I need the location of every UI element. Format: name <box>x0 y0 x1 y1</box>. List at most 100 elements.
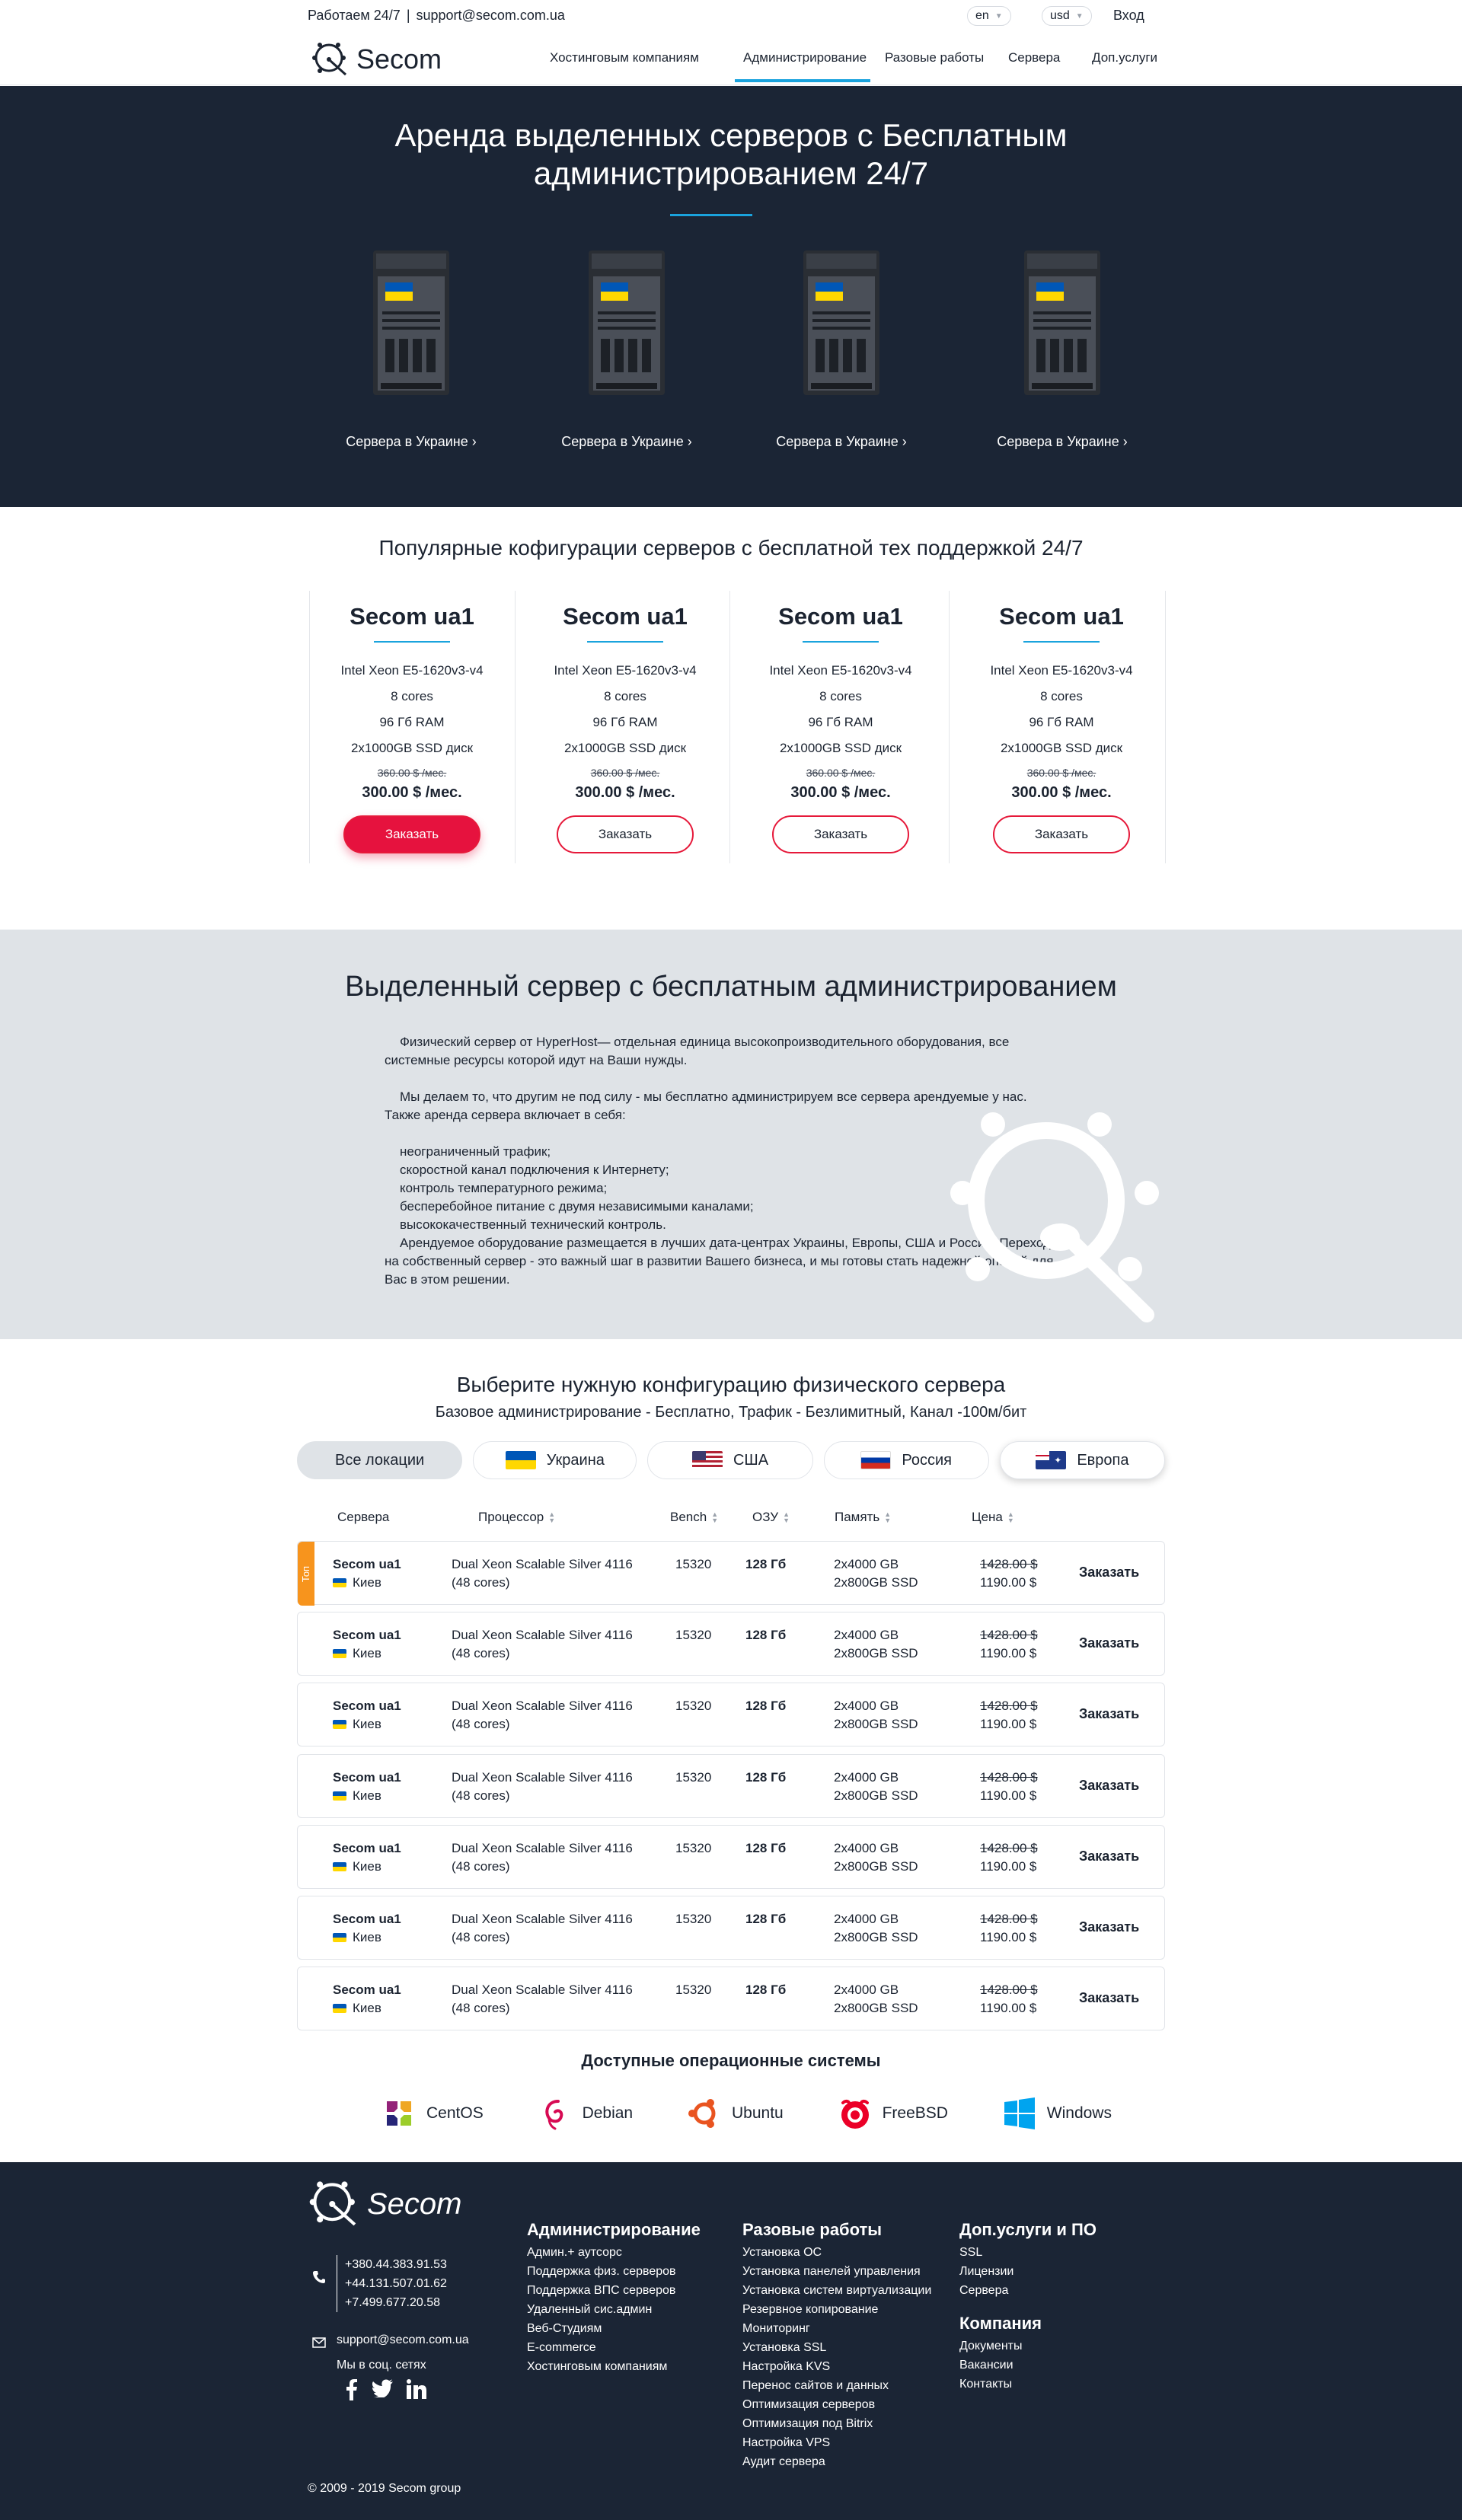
server-cell: Secom ua1 Киев <box>333 1839 401 1876</box>
order-link[interactable]: Заказать <box>1079 1563 1139 1581</box>
order-button[interactable]: Заказать <box>343 815 480 853</box>
cpu-model: Dual Xeon Scalable Silver 4116 <box>452 1770 633 1785</box>
location-tab-europe[interactable]: ✦ Европа <box>999 1441 1166 1479</box>
nav-item-administration[interactable]: Администрирование <box>743 50 867 65</box>
location-tab-russia[interactable]: Россия <box>823 1441 989 1479</box>
footer-link[interactable]: Админ.+ аутсорс <box>527 2243 701 2262</box>
nav-item-one-time-jobs[interactable]: Разовые работы <box>885 50 984 65</box>
footer-col-title[interactable]: Компания <box>959 2312 1096 2335</box>
footer-link[interactable]: SSL <box>959 2243 1096 2262</box>
footer-link[interactable]: Перенос сайтов и данных <box>742 2376 931 2395</box>
location-tab-usa[interactable]: США <box>647 1441 813 1479</box>
cpu-cell: Dual Xeon Scalable Silver 4116 (48 cores) <box>452 1981 633 2018</box>
plan-price: 300.00 $ /мес. <box>790 784 891 801</box>
footer-link[interactable]: Аудит сервера <box>742 2452 931 2471</box>
login-link[interactable]: Вход <box>1113 8 1144 24</box>
footer-link[interactable]: Вакансии <box>959 2356 1096 2375</box>
cpu-cores: (48 cores) <box>452 1930 510 1944</box>
footer-link[interactable]: Установка систем виртуализации <box>742 2281 931 2300</box>
footer-link[interactable]: Установка панелей управления <box>742 2262 931 2281</box>
os-item-freebsd: FreeBSD <box>837 2095 948 2132</box>
plan-card: Secom ua1 Intel Xeon E5-1620v3-v4 8 core… <box>733 591 948 863</box>
support-email-link[interactable]: support@secom.com.ua <box>417 8 565 23</box>
currency-select[interactable]: usd ▼ <box>1042 6 1092 26</box>
footer-link[interactable]: Поддержка физ. серверов <box>527 2262 701 2281</box>
hero-card-ukraine-1[interactable]: Сервера в Украине › <box>312 246 510 450</box>
footer-link[interactable]: Установка ОС <box>742 2243 931 2262</box>
storage-cell: 2x4000 GB 2x800GB SSD <box>834 1839 918 1876</box>
twitter-icon[interactable] <box>372 2379 393 2397</box>
hero-card-ukraine-2[interactable]: Сервера в Украине › <box>528 246 726 450</box>
plan-old-price: 360.00 $ /мес. <box>377 767 447 779</box>
footer-link[interactable]: Контакты <box>959 2375 1096 2394</box>
facebook-icon[interactable] <box>346 2379 358 2400</box>
logo[interactable]: Secom <box>311 40 442 79</box>
footer-link[interactable]: Лицензии <box>959 2262 1096 2281</box>
column-header-storage[interactable]: Память ▲ ▼ <box>835 1510 891 1525</box>
ukraine-flag-icon <box>333 2004 346 2013</box>
hero-card-ukraine-4[interactable]: Сервера в Украине › <box>963 246 1161 450</box>
footer-link[interactable]: Мониторинг <box>742 2319 931 2338</box>
order-link[interactable]: Заказать <box>1079 1918 1139 1936</box>
order-button[interactable]: Заказать <box>993 815 1130 853</box>
phone-link[interactable]: +7.499.677.20.58 <box>345 2293 447 2312</box>
order-button[interactable]: Заказать <box>557 815 694 853</box>
nav-item-hosting[interactable]: Хостинговым компаниям <box>550 50 699 65</box>
server-cell: Secom ua1 Киев <box>333 1626 401 1663</box>
footer-link[interactable]: Веб-Студиям <box>527 2319 701 2338</box>
hero-title-line1: Аренда выделенных серверов с Бесплатным <box>394 117 1068 153</box>
order-link[interactable]: Заказать <box>1079 1989 1139 2007</box>
order-link[interactable]: Заказать <box>1079 1634 1139 1652</box>
plan-cores: 8 cores <box>1040 689 1083 703</box>
footer-link[interactable]: Установка SSL <box>742 2338 931 2357</box>
footer-link[interactable]: Хостинговым компаниям <box>527 2357 701 2376</box>
hero-card-ukraine-3[interactable]: Сервера в Украине › <box>742 246 940 450</box>
phone-link[interactable]: +380.44.383.91.53 <box>345 2255 447 2274</box>
order-link[interactable]: Заказать <box>1079 1776 1139 1794</box>
server-cell: Secom ua1 Киев <box>333 1769 401 1805</box>
footer-link[interactable]: Оптимизация серверов <box>742 2395 931 2414</box>
footer-link[interactable]: Удаленный сис.админ <box>527 2300 701 2319</box>
currency-value: usd <box>1050 9 1070 22</box>
ram-cell: 128 Гб <box>745 1699 787 1713</box>
footer-col-title[interactable]: Разовые работы <box>742 2219 931 2241</box>
footer-link[interactable]: Настройка VPS <box>742 2433 931 2452</box>
server-location: Киев <box>333 1715 401 1734</box>
phone-link[interactable]: +44.131.507.01.62 <box>345 2274 447 2293</box>
order-link[interactable]: Заказать <box>1079 1847 1139 1865</box>
footer: Secom +380.44.383.91.53 +44.131.507.01.6… <box>0 2162 1462 2520</box>
price: 1190.00 $ <box>980 1788 1037 1803</box>
footer-link[interactable]: Поддержка ВПС серверов <box>527 2281 701 2300</box>
footer-logo[interactable]: Secom <box>308 2177 462 2231</box>
footer-link[interactable]: Документы <box>959 2337 1096 2356</box>
column-header-ram[interactable]: ОЗУ ▲ ▼ <box>752 1510 790 1525</box>
info-paragraph: Физический сервер от HyperHost— отдельна… <box>385 1035 1010 1067</box>
price: 1190.00 $ <box>980 1717 1037 1731</box>
language-select[interactable]: en ▼ <box>967 6 1011 26</box>
footer-link[interactable]: Резервное копирование <box>742 2300 931 2319</box>
location-tab-ukraine[interactable]: Украина <box>473 1441 637 1479</box>
nav-item-extra-services[interactable]: Доп.услуги <box>1092 50 1157 65</box>
column-header-cpu[interactable]: Процессор ▲ ▼ <box>478 1510 555 1525</box>
ram-cell: 128 Гб <box>745 1983 787 1997</box>
footer-email-link[interactable]: support@secom.com.ua <box>337 2333 469 2347</box>
order-link[interactable]: Заказать <box>1079 1705 1139 1723</box>
linkedin-icon[interactable] <box>407 2379 426 2399</box>
cpu-cores: (48 cores) <box>452 2001 510 2015</box>
footer-link[interactable]: Сервера <box>959 2281 1096 2300</box>
column-header-price[interactable]: Цена ▲ ▼ <box>972 1510 1014 1525</box>
storage-ssd: 2x800GB SSD <box>834 1646 918 1660</box>
footer-link[interactable]: E-commerce <box>527 2338 701 2357</box>
footer-link[interactable]: Настройка KVS <box>742 2357 931 2376</box>
footer-col-title[interactable]: Доп.услуги и ПО <box>959 2219 1096 2241</box>
location-tab-all[interactable]: Все локации <box>297 1441 463 1479</box>
nav-item-servers[interactable]: Сервера <box>1008 50 1060 65</box>
server-cell: Secom ua1 Киев <box>333 1555 401 1592</box>
server-image <box>373 250 449 395</box>
column-header-bench[interactable]: Bench ▲ ▼ <box>670 1510 718 1525</box>
server-cell: Secom ua1 Киев <box>333 1981 401 2018</box>
order-button[interactable]: Заказать <box>772 815 909 853</box>
footer-link[interactable]: Оптимизация под Bitrix <box>742 2414 931 2433</box>
table-row: Secom ua1 Киев Dual Xeon Scalable Silver… <box>297 1683 1165 1746</box>
footer-col-title[interactable]: Администрирование <box>527 2219 701 2241</box>
